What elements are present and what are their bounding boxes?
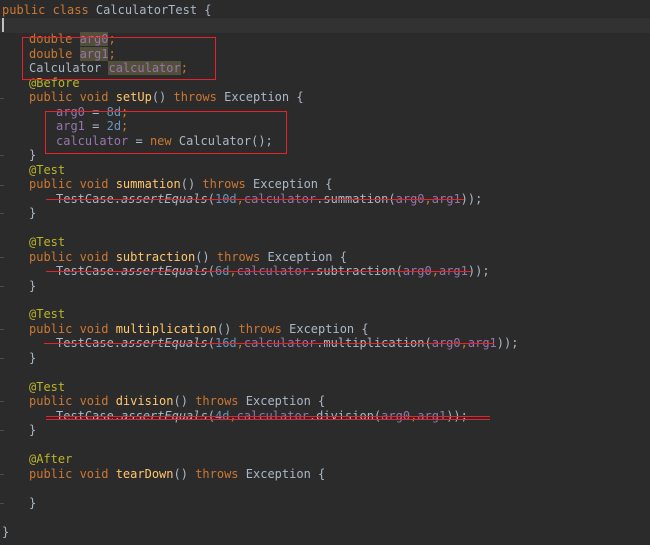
code-line-test-annotation[interactable]: @Test — [29, 380, 65, 395]
fold-marker[interactable] — [0, 329, 4, 330]
setup-body-highlight-box — [45, 111, 287, 154]
multiplication-strike-line — [44, 343, 494, 344]
text-caret — [2, 18, 4, 32]
code-line-multiplication-signature[interactable]: public void multiplication() throws Exce… — [29, 322, 369, 337]
fold-marker[interactable] — [0, 474, 4, 475]
subtraction-strike-line — [46, 271, 471, 272]
code-line-test-annotation[interactable]: @Test — [29, 163, 65, 178]
code-line-summation-signature[interactable]: public void summation() throws Exception… — [29, 177, 332, 192]
code-line-class-close[interactable]: } — [2, 525, 9, 540]
code-line-class-declaration[interactable]: public class CalculatorTest { — [2, 3, 212, 18]
fold-marker[interactable] — [0, 503, 4, 504]
code-line-subtraction-signature[interactable]: public void subtraction() throws Excepti… — [29, 250, 347, 265]
fold-marker[interactable] — [0, 98, 4, 99]
fold-marker[interactable] — [0, 358, 4, 359]
fold-marker[interactable] — [0, 257, 4, 258]
code-line-test-annotation[interactable]: @Test — [29, 235, 65, 250]
fold-marker[interactable] — [0, 185, 4, 186]
code-line-current[interactable] — [0, 18, 650, 33]
code-line-setup-close[interactable]: } — [29, 148, 36, 163]
fold-marker[interactable] — [0, 401, 4, 402]
fold-marker[interactable] — [0, 286, 4, 287]
code-line-after-annotation[interactable]: @After — [29, 452, 72, 467]
fold-marker[interactable] — [0, 430, 4, 431]
fold-marker[interactable] — [0, 155, 4, 156]
code-line-summation-close[interactable]: } — [29, 206, 36, 221]
code-line-setup-signature[interactable]: public void setUp() throws Exception { — [29, 90, 304, 105]
fields-highlight-box — [22, 37, 216, 80]
code-line-teardown-signature[interactable]: public void tearDown() throws Exception … — [29, 467, 325, 482]
code-line-division-signature[interactable]: public void division() throws Exception … — [29, 394, 325, 409]
code-line-division-close[interactable]: } — [29, 423, 36, 438]
code-line-test-annotation[interactable]: @Test — [29, 307, 65, 322]
code-line-multiplication-close[interactable]: } — [29, 351, 36, 366]
summation-strike-line — [46, 199, 464, 200]
code-editor[interactable]: public class CalculatorTest { double arg… — [0, 0, 650, 545]
fold-marker[interactable] — [0, 213, 4, 214]
division-strike-line — [46, 416, 490, 417]
code-line-subtraction-close[interactable]: } — [29, 279, 36, 294]
code-line-teardown-close[interactable]: } — [29, 496, 36, 511]
division-strike-line-second — [46, 419, 490, 420]
